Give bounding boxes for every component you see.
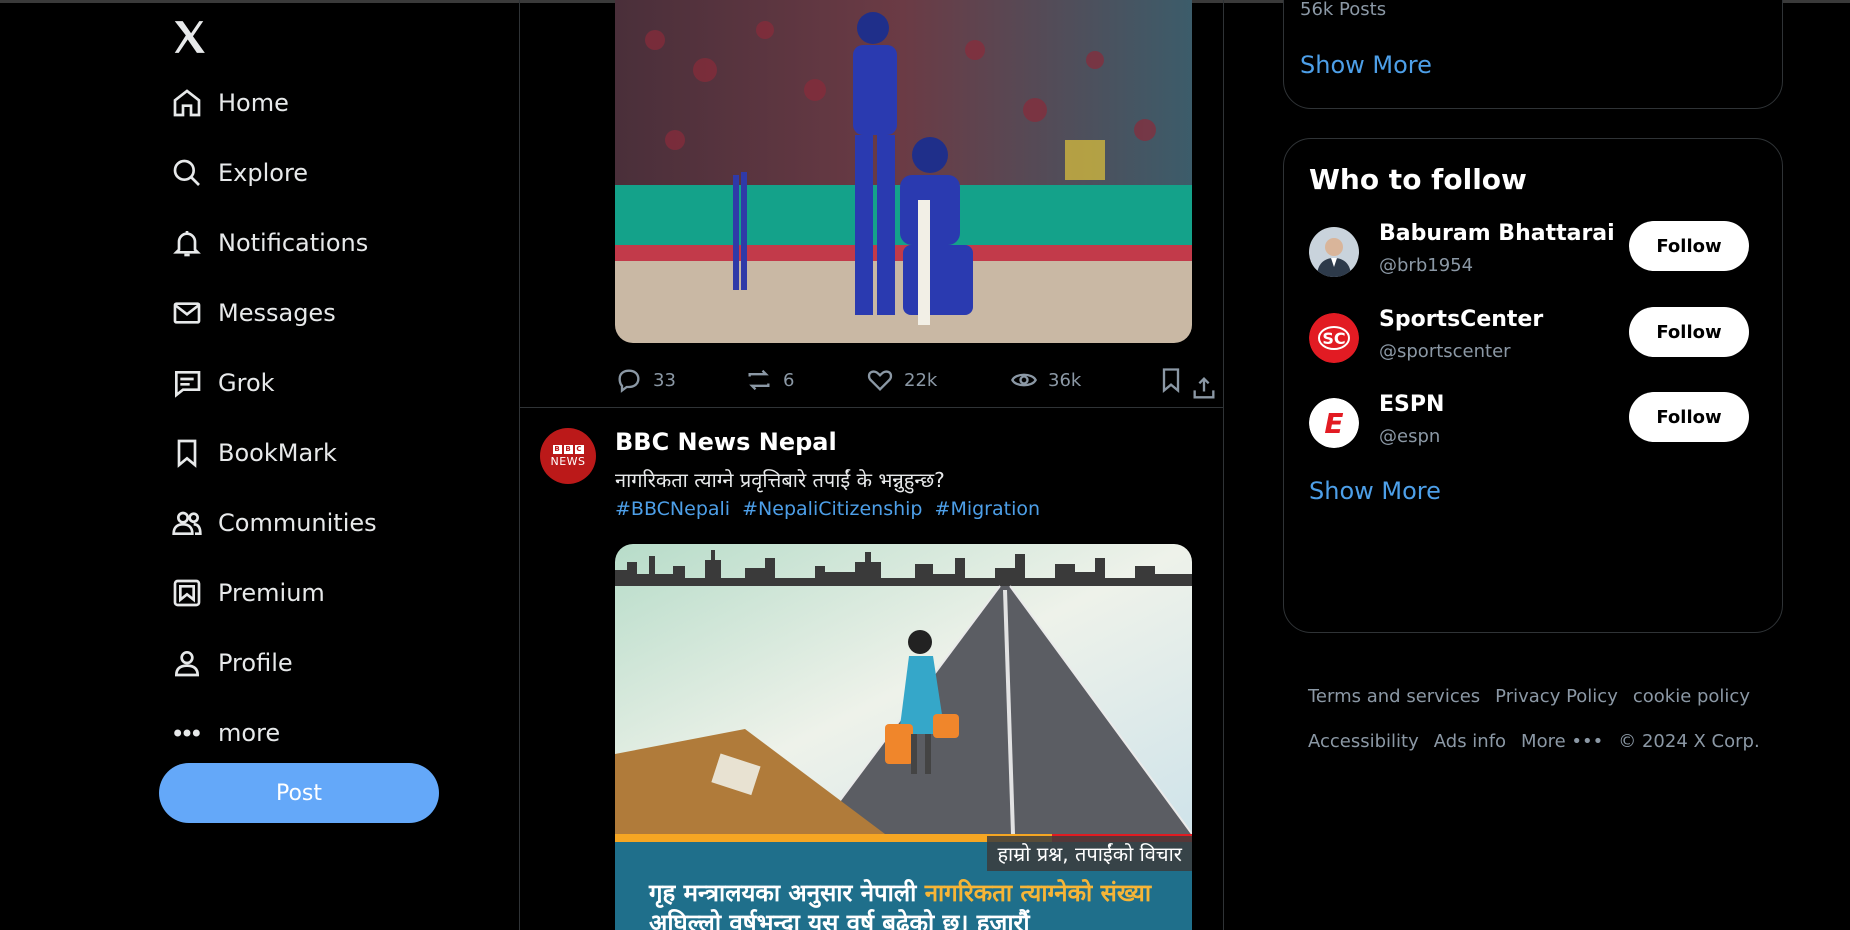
- ads-info-link[interactable]: Ads info: [1434, 731, 1506, 752]
- grok-icon: [170, 366, 204, 400]
- follow-button[interactable]: Follow: [1629, 221, 1749, 271]
- sportscenter-logo-icon: SC: [1322, 329, 1345, 348]
- primary-navigation: Home Explore Notifications Messages Grok…: [170, 68, 377, 768]
- more-link[interactable]: More •••: [1521, 731, 1603, 752]
- nav-profile[interactable]: Profile: [170, 628, 377, 698]
- footer-links: Terms and services Privacy Policy cookie…: [1308, 686, 1778, 776]
- nav-label: Premium: [218, 579, 325, 607]
- trends-card: 56k Posts Show More: [1283, 0, 1783, 109]
- nav-home[interactable]: Home: [170, 68, 377, 138]
- headline-highlight: नागरिकता त्याग्नेको संख्या: [924, 879, 1152, 907]
- view-count: 36k: [1048, 369, 1082, 391]
- nav-label: Profile: [218, 649, 293, 677]
- tweet-author-name[interactable]: BBC News Nepal: [615, 428, 837, 456]
- tweet-media-image[interactable]: [615, 0, 1192, 343]
- avatar[interactable]: SC: [1309, 313, 1359, 363]
- account-name[interactable]: SportsCenter: [1379, 307, 1543, 332]
- nav-label: Messages: [218, 299, 336, 327]
- bookmark-icon: [1162, 368, 1180, 393]
- repost-button[interactable]: 6: [745, 366, 794, 394]
- reply-icon: [618, 369, 640, 393]
- more-icon: [170, 716, 204, 750]
- avatar[interactable]: BBC NEWS: [540, 428, 596, 484]
- tweet-actions: 33 6 22k 36k: [615, 366, 1215, 402]
- nav-communities[interactable]: Communities: [170, 488, 377, 558]
- hashtag-link[interactable]: #BBCNepali: [615, 498, 730, 520]
- follow-button[interactable]: Follow: [1629, 392, 1749, 442]
- person-icon: [170, 646, 204, 680]
- repost-icon: [748, 369, 770, 391]
- like-button[interactable]: 22k: [866, 366, 937, 394]
- repost-count: 6: [783, 369, 795, 391]
- nav-label: more: [218, 719, 281, 747]
- nav-label: Communities: [218, 509, 377, 537]
- reply-button[interactable]: 33: [615, 366, 676, 394]
- bell-icon: [170, 226, 204, 260]
- cookie-link[interactable]: cookie policy: [1633, 686, 1750, 707]
- share-icon: [1193, 377, 1215, 399]
- nav-label: Notifications: [218, 229, 369, 257]
- account-name[interactable]: ESPN: [1379, 392, 1444, 417]
- tweet-media-image[interactable]: हाम्रो प्रश्न, तपाईंको विचार गृह मन्त्रा…: [615, 544, 1192, 930]
- show-more-link[interactable]: Show More: [1300, 51, 1432, 79]
- trend-post-count: 56k Posts: [1300, 0, 1387, 20]
- x-logo-icon[interactable]: [170, 18, 208, 56]
- home-icon: [170, 86, 204, 120]
- copyright: © 2024 X Corp.: [1618, 731, 1760, 752]
- follow-suggestion[interactable]: Baburam Bhattarai @brb1954 Follow: [1309, 221, 1759, 281]
- who-to-follow-card: Who to follow Baburam Bhattarai @brb1954…: [1283, 138, 1783, 633]
- heart-icon: [867, 370, 893, 391]
- account-handle: @sportscenter: [1379, 341, 1511, 362]
- who-to-follow-title: Who to follow: [1309, 163, 1527, 196]
- follow-button[interactable]: Follow: [1629, 307, 1749, 357]
- timeline[interactable]: 33 6 22k 36k BBC NEWS BBC News Nepal नाग…: [519, 0, 1224, 930]
- envelope-icon: [170, 296, 204, 330]
- nav-more[interactable]: more: [170, 698, 377, 768]
- views-button[interactable]: 36k: [1010, 366, 1081, 394]
- nav-explore[interactable]: Explore: [170, 138, 377, 208]
- headline-part: गृह मन्त्रालयका अनुसार नेपाली: [649, 879, 925, 907]
- bookmark-button[interactable]: [1157, 366, 1185, 394]
- avatar[interactable]: E: [1309, 398, 1359, 448]
- image-headline: गृह मन्त्रालयका अनुसार नेपाली नागरिकता त…: [649, 878, 1169, 930]
- hashtag-link[interactable]: #NepaliCitizenship: [742, 498, 922, 520]
- show-more-link[interactable]: Show More: [1309, 477, 1441, 505]
- privacy-link[interactable]: Privacy Policy: [1495, 686, 1618, 707]
- eye-icon: [1011, 373, 1037, 387]
- account-handle: @espn: [1379, 426, 1441, 447]
- like-count: 22k: [904, 369, 938, 391]
- nav-messages[interactable]: Messages: [170, 278, 377, 348]
- bookmark-icon: [170, 436, 204, 470]
- avatar-text: NEWS: [550, 454, 586, 468]
- nav-premium[interactable]: Premium: [170, 558, 377, 628]
- hashtag-link[interactable]: #Migration: [935, 498, 1041, 520]
- terms-link[interactable]: Terms and services: [1308, 686, 1480, 707]
- tweet-hashtags: #BBCNepali #NepaliCitizenship #Migration: [615, 498, 1046, 520]
- nav-label: Grok: [218, 369, 275, 397]
- follow-suggestion[interactable]: SC SportsCenter @sportscenter Follow: [1309, 307, 1759, 367]
- nav-label: Explore: [218, 159, 309, 187]
- headline-part: अघिल्लो वर्षभन्दा यस वर्ष बढेको छ। हजारौ…: [649, 909, 1030, 930]
- espn-logo-icon: E: [1324, 407, 1343, 440]
- tweet-divider: [520, 407, 1223, 408]
- nav-grok[interactable]: Grok: [170, 348, 377, 418]
- account-handle: @brb1954: [1379, 255, 1474, 276]
- account-name[interactable]: Baburam Bhattarai: [1379, 221, 1615, 246]
- nav-notifications[interactable]: Notifications: [170, 208, 377, 278]
- nav-label: BookMark: [218, 439, 337, 467]
- tweet-text: नागरिकता त्याग्ने प्रवृत्तिबारे तपाईं के…: [615, 468, 945, 492]
- reply-count: 33: [653, 369, 676, 391]
- nav-bookmark[interactable]: BookMark: [170, 418, 377, 488]
- follow-suggestion[interactable]: E ESPN @espn Follow: [1309, 392, 1759, 452]
- share-button[interactable]: [1190, 374, 1218, 402]
- premium-icon: [170, 576, 204, 610]
- image-caption-label: हाम्रो प्रश्न, तपाईंको विचार: [987, 836, 1192, 871]
- search-icon: [170, 156, 204, 190]
- avatar[interactable]: [1309, 227, 1359, 277]
- post-button[interactable]: Post: [159, 763, 439, 823]
- bbc-logo-icon: BBC: [552, 444, 584, 454]
- nav-label: Home: [218, 89, 289, 117]
- accessibility-link[interactable]: Accessibility: [1308, 731, 1419, 752]
- people-icon: [170, 506, 204, 540]
